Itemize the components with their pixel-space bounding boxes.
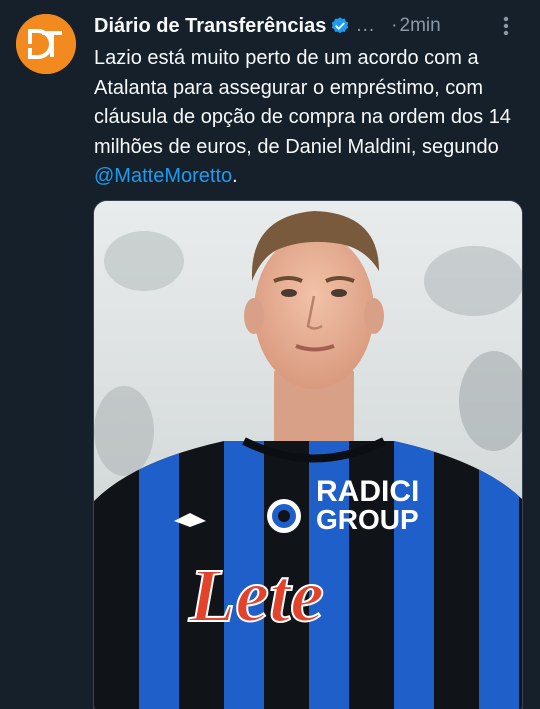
tweet-body: Lazio está muito perto de um acordo com … [94, 47, 511, 158]
tweet-body-end: . [232, 165, 238, 187]
dt-logo-icon [16, 14, 76, 74]
separator-dot: · [391, 15, 398, 36]
author-handle[interactable]: ... [356, 15, 375, 37]
mention-link[interactable]: @MatteMoretto [94, 165, 232, 187]
tweet-image[interactable]: RADICI GROUP Lete [93, 200, 523, 709]
avatar[interactable] [16, 14, 76, 74]
tweet[interactable]: Diário de Transferências ... · 2min Lazi… [0, 0, 540, 709]
player-photo: RADICI GROUP Lete [94, 201, 522, 709]
tweet-text: Lazio está muito perto de um acordo com … [94, 44, 534, 192]
tweet-header: Diário de Transferências ... · 2min [94, 12, 526, 40]
club-badge [267, 499, 301, 533]
more-vertical-icon [503, 16, 509, 36]
shirt-sponsor-lete: Lete [188, 554, 324, 638]
author-name[interactable]: Diário de Transferências [94, 15, 326, 38]
timestamp[interactable]: 2min [400, 15, 441, 37]
sponsor-line2: GROUP [316, 504, 419, 535]
more-options-button[interactable] [492, 12, 520, 40]
verified-badge-icon [332, 17, 349, 34]
